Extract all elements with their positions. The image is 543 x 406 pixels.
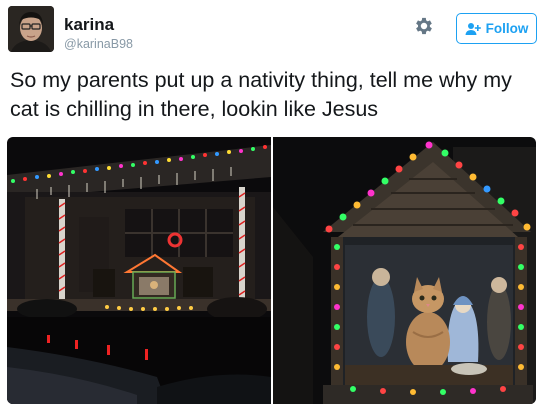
user-avatar[interactable] — [8, 6, 54, 52]
tweet-header: karina @karinaB98 Follow — [8, 6, 537, 58]
display-name[interactable]: karina — [64, 15, 114, 35]
photo-nativity-cat[interactable] — [273, 137, 536, 404]
user-handle[interactable]: @karinaB98 — [64, 37, 133, 51]
tweet-text: So my parents put up a nativity thing, t… — [10, 68, 512, 121]
gear-icon[interactable] — [413, 15, 435, 37]
add-person-icon — [465, 22, 481, 35]
photo-house-lights[interactable] — [7, 137, 271, 404]
follow-label: Follow — [485, 21, 529, 36]
avatar-photo-icon — [8, 6, 54, 52]
follow-button[interactable]: Follow — [456, 13, 537, 44]
